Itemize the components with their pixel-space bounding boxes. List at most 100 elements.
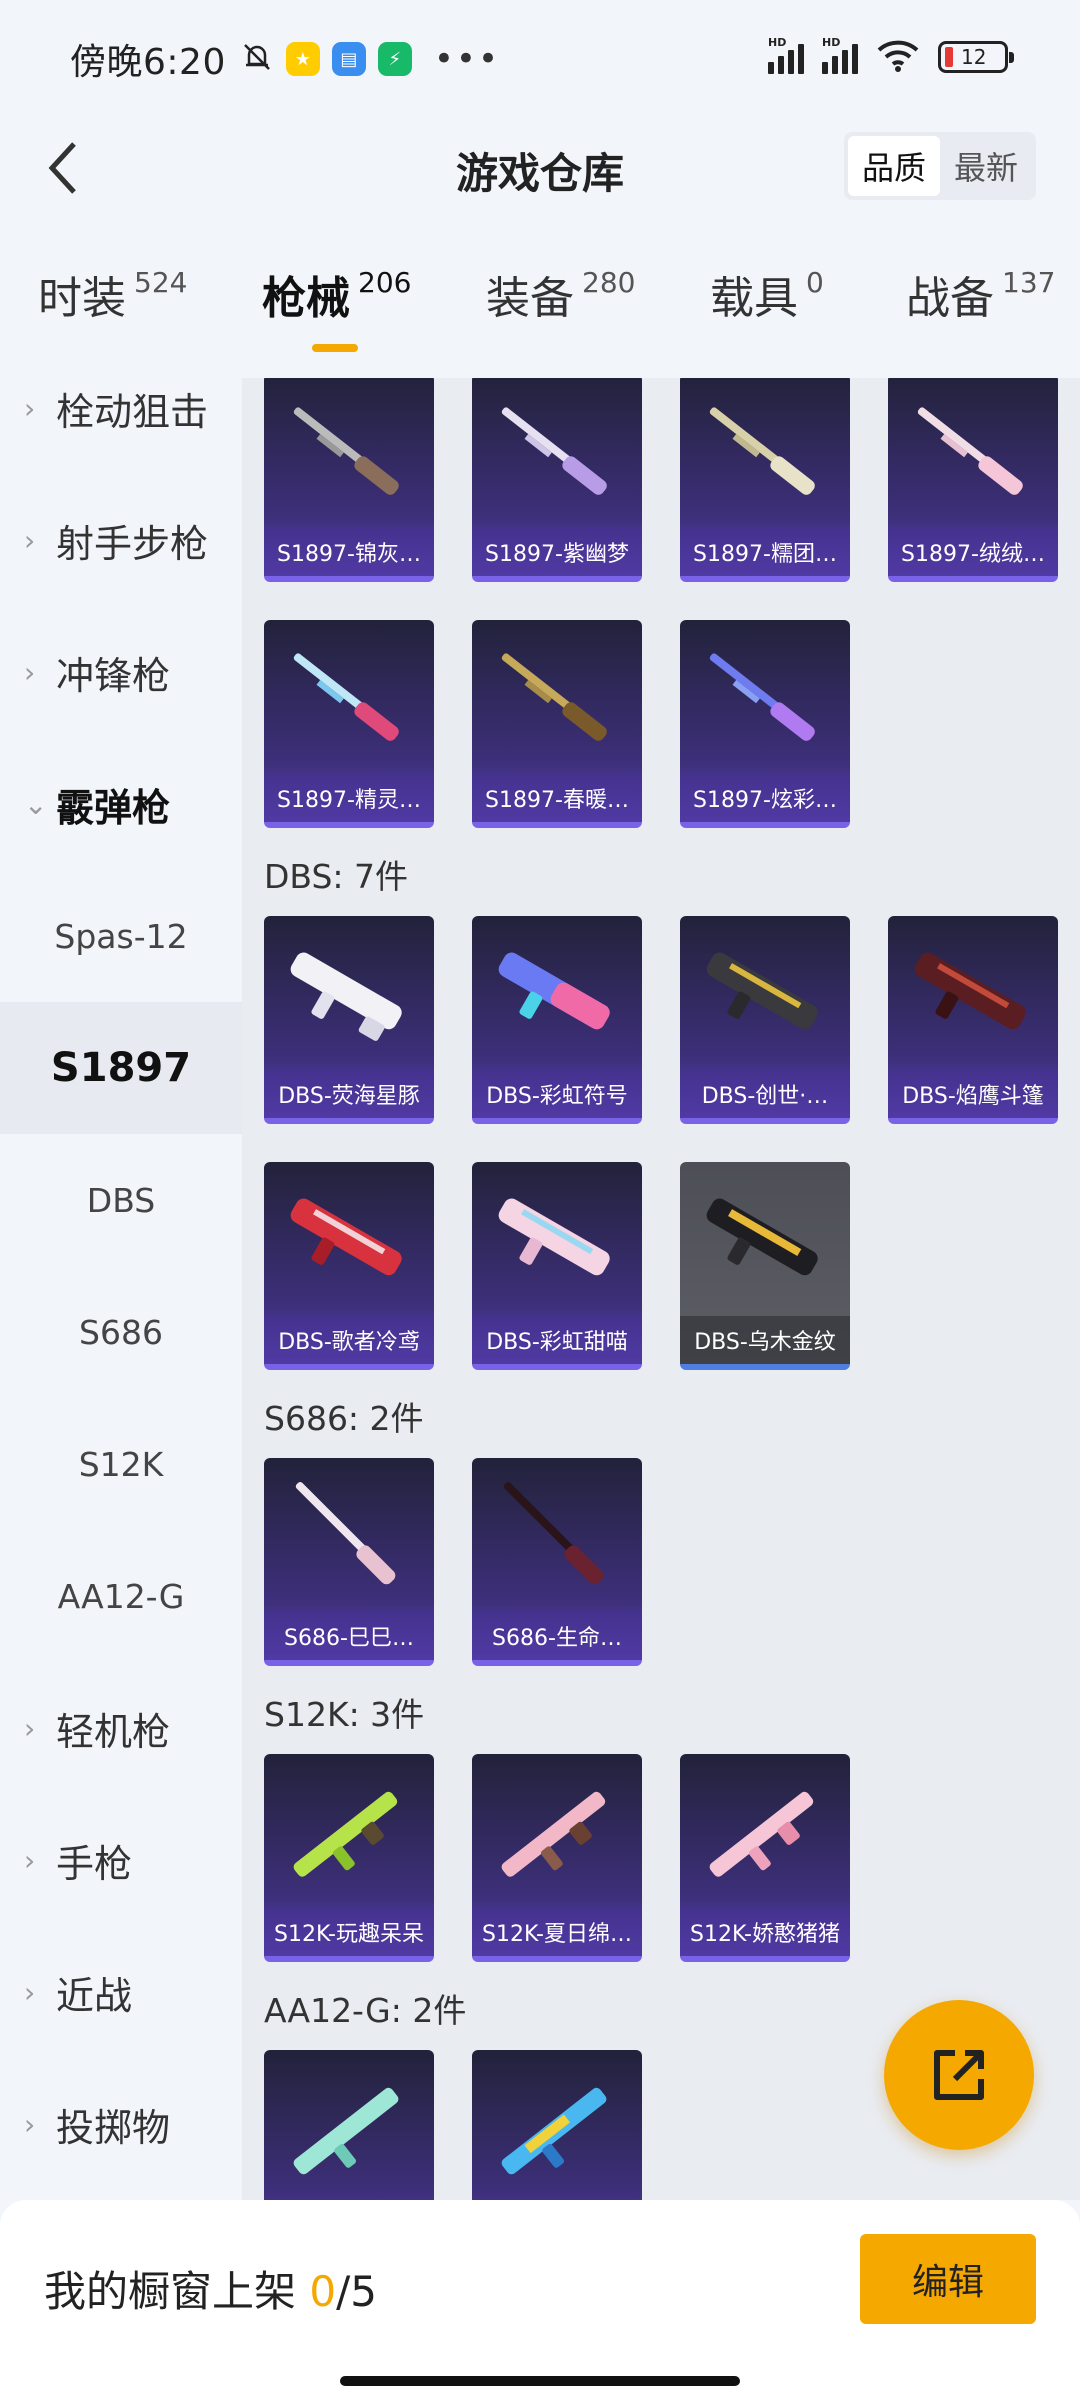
- sidebar-item-pistol[interactable]: › 手枪: [0, 1794, 242, 1926]
- sidebar-item-shotgun[interactable]: ⌄ 霰弹枪: [0, 738, 242, 870]
- sidebar-item-bolt-sniper[interactable]: › 栓动狙击: [0, 378, 242, 474]
- skin-card[interactable]: DBS-彩虹符号: [472, 916, 642, 1124]
- bottom-bar: 我的橱窗上架 0/5 编辑: [0, 2200, 1080, 2400]
- shotgun-skin-icon: [501, 407, 607, 495]
- shotgun-skin-icon: [501, 653, 607, 741]
- shotgun-skin-icon: [295, 1481, 396, 1585]
- sidebar-item-label: 投掷物: [56, 2105, 171, 2150]
- sidebar-item-label: 手枪: [56, 1841, 133, 1886]
- skin-name: S1897-绒绒…: [888, 528, 1058, 576]
- sidebar-item-label: 冲锋枪: [56, 653, 171, 698]
- tab-count: 524: [134, 266, 188, 299]
- skin-card[interactable]: S686-巳巳…: [264, 1458, 434, 1666]
- skin-name: DBS-乌木金纹: [680, 1316, 850, 1364]
- tab-count: 0: [806, 266, 824, 299]
- tab-count: 206: [358, 266, 412, 299]
- tab-equipment[interactable]: 装备 280: [486, 262, 635, 326]
- shotgun-skin-icon: [501, 2087, 607, 2175]
- skin-name: DBS-荧海星豚: [264, 1070, 434, 1118]
- sidebar-item-melee[interactable]: › 近战: [0, 1926, 242, 2058]
- skin-name: S686-生命…: [472, 1612, 642, 1660]
- skin-card[interactable]: S1897-炫彩…: [680, 620, 850, 828]
- sidebar-item-lmg[interactable]: › 轻机枪: [0, 1662, 242, 1794]
- tab-fashion[interactable]: 时装 524: [38, 262, 187, 326]
- shotgun-skin-icon: [290, 952, 402, 1041]
- wifi-icon: [876, 38, 920, 76]
- signal-icon: HD: [768, 36, 804, 74]
- wallet-app-icon: ▤: [331, 42, 366, 76]
- skin-card[interactable]: S12K-夏日绵…: [472, 1754, 642, 1962]
- skin-name: S12K-娇憨猪猪: [680, 1908, 850, 1956]
- skin-card[interactable]: S1897-紫幽梦: [472, 378, 642, 582]
- edit-button[interactable]: 编辑: [860, 2234, 1036, 2324]
- sort-quality-button[interactable]: 品质: [847, 136, 940, 196]
- sort-toggle: 品质 最新: [843, 132, 1036, 200]
- tab-firearms[interactable]: 枪械 206: [262, 262, 412, 352]
- chevron-right-icon: ›: [24, 391, 36, 425]
- skin-name: S1897-春暖…: [472, 774, 642, 822]
- category-tabs: 时装 524 枪械 206 装备 280 载具 0 战备 137: [0, 262, 1080, 362]
- game-app-icon: ★: [285, 42, 320, 76]
- skin-card[interactable]: DBS-创世·…: [680, 916, 850, 1124]
- tab-vehicles[interactable]: 载具 0: [710, 262, 824, 326]
- shotgun-skin-icon: [498, 1198, 610, 1276]
- header: 游戏仓库 品质 最新: [0, 118, 1080, 218]
- tab-supplies[interactable]: 战备 137: [906, 262, 1055, 326]
- sort-newest-button[interactable]: 最新: [940, 136, 1032, 196]
- skin-name: S1897-锦灰…: [264, 528, 434, 576]
- chevron-down-icon: ⌄: [24, 787, 48, 821]
- sidebar-item-throwable[interactable]: › 投掷物: [0, 2058, 242, 2190]
- home-indicator[interactable]: [340, 2376, 740, 2386]
- chevron-right-icon: ›: [24, 1711, 36, 1745]
- sidebar-sub-aa12g[interactable]: AA12-G: [0, 1530, 242, 1662]
- active-tab-indicator: [312, 344, 358, 352]
- chevron-right-icon: ›: [24, 1975, 36, 2009]
- sidebar-sub-s1897[interactable]: S1897: [0, 1002, 242, 1134]
- skin-card[interactable]: DBS-焰鹰斗篷: [888, 916, 1058, 1124]
- sidebar-sub-s12k[interactable]: S12K: [0, 1398, 242, 1530]
- skin-card[interactable]: [264, 2050, 434, 2200]
- battery-level: 12: [961, 45, 987, 69]
- skin-card[interactable]: S1897-锦灰…: [264, 378, 434, 582]
- shotgun-skin-icon: [706, 952, 818, 1030]
- skin-card[interactable]: DBS-歌者冷鸢: [264, 1162, 434, 1370]
- tab-count: 137: [1002, 266, 1056, 299]
- sidebar-sub-dbs[interactable]: DBS: [0, 1134, 242, 1266]
- sidebar-sub-label: DBS: [86, 1180, 156, 1220]
- skin-card[interactable]: S1897-绒绒…: [888, 378, 1058, 582]
- showcase-status: 我的橱窗上架 0/5: [44, 2258, 377, 2319]
- sidebar-item-label: 霰弹枪: [56, 785, 171, 830]
- skin-name: S686-巳巳…: [264, 1612, 434, 1660]
- shotgun-skin-icon: [498, 952, 610, 1030]
- tab-label: 枪械: [262, 273, 350, 324]
- skin-card[interactable]: S686-生命…: [472, 1458, 642, 1666]
- sidebar-sub-spas12[interactable]: Spas-12: [0, 870, 242, 1002]
- skin-card[interactable]: S1897-精灵…: [264, 620, 434, 828]
- skin-card[interactable]: S1897-糯团…: [680, 378, 850, 582]
- sidebar-sub-label: S1897: [50, 1045, 192, 1091]
- sidebar-item-label: 轻机枪: [56, 1709, 171, 1754]
- skin-name: DBS-歌者冷鸢: [264, 1316, 434, 1364]
- status-bar: 傍晚6:20 ★ ▤ ⚡ ••• HD HD 12: [0, 0, 1080, 118]
- section-title-aa12g: AA12-G: 2件: [264, 1991, 467, 2030]
- share-button[interactable]: [884, 2000, 1034, 2150]
- skin-name: S1897-精灵…: [264, 774, 434, 822]
- shotgun-skin-icon: [293, 407, 399, 495]
- skin-card[interactable]: S12K-娇憨猪猪: [680, 1754, 850, 1962]
- skin-card[interactable]: DBS-彩虹甜喵: [472, 1162, 642, 1370]
- skin-card[interactable]: DBS-荧海星豚: [264, 916, 434, 1124]
- skin-card[interactable]: S12K-玩趣呆呆: [264, 1754, 434, 1962]
- skin-card[interactable]: S1897-春暖…: [472, 620, 642, 828]
- sidebar-item-smg[interactable]: › 冲锋枪: [0, 606, 242, 738]
- shotgun-skin-icon: [501, 1791, 606, 1877]
- skin-card[interactable]: DBS-乌木金纹: [680, 1162, 850, 1370]
- battery-icon: 12: [938, 41, 1014, 73]
- sidebar-item-marksman-rifle[interactable]: › 射手步枪: [0, 474, 242, 606]
- skin-card[interactable]: [472, 2050, 642, 2200]
- chevron-right-icon: ›: [24, 2107, 36, 2141]
- sidebar-sub-s686[interactable]: S686: [0, 1266, 242, 1398]
- tab-label: 载具: [710, 273, 798, 324]
- sidebar-sub-label: Spas-12: [54, 916, 188, 956]
- skin-name: S1897-炫彩…: [680, 774, 850, 822]
- shotgun-skin-icon: [709, 653, 815, 741]
